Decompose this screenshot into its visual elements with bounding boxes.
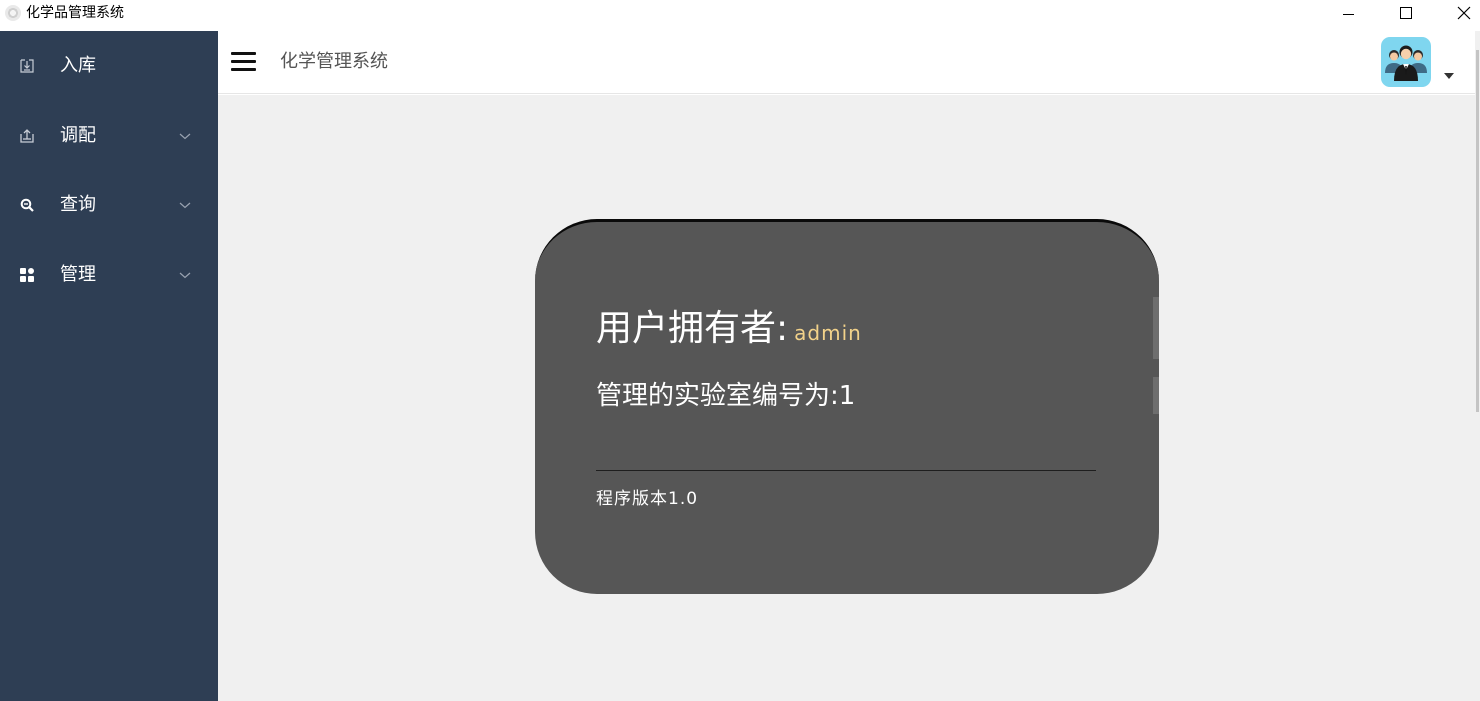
- owner-value: admin: [794, 321, 862, 345]
- version-text: 程序版本1.0: [596, 489, 699, 509]
- sidebar-item-label: 查询: [60, 194, 96, 215]
- chevron-down-icon: [179, 272, 191, 279]
- users-avatar-icon[interactable]: [1381, 37, 1431, 87]
- export-icon: [19, 128, 35, 144]
- top-header: 化学管理系统: [218, 31, 1480, 94]
- divider: [596, 470, 1096, 471]
- caret-down-icon[interactable]: [1444, 73, 1454, 79]
- maximize-icon: [1400, 7, 1412, 19]
- import-icon: [19, 58, 35, 74]
- owner-line: 用户拥有者: admin: [596, 309, 862, 349]
- sidebar-item-query[interactable]: 查询: [0, 176, 218, 234]
- lab-number-text: 管理的实验室编号为:1: [596, 381, 856, 411]
- maximize-button[interactable]: [1383, 0, 1429, 26]
- owner-label: 用户拥有者:: [596, 308, 789, 349]
- window-titlebar: 化学品管理系统: [0, 0, 1480, 31]
- minimize-icon: [1342, 13, 1354, 15]
- search-icon: [19, 197, 35, 213]
- sidebar-item-label: 管理: [60, 264, 96, 285]
- sidebar-item-manage[interactable]: 管理: [0, 246, 218, 304]
- sidebar: 入库 调配 查询 管理: [0, 31, 218, 701]
- grid-icon: [19, 267, 35, 283]
- scrollbar-thumb[interactable]: [1476, 50, 1479, 412]
- app-disc-icon: [5, 5, 21, 21]
- chevron-down-icon: [179, 133, 191, 140]
- card-edge-tab: [1153, 377, 1159, 414]
- page-title: 化学管理系统: [280, 51, 388, 72]
- card-edge-tab: [1153, 297, 1159, 359]
- window-title: 化学品管理系统: [26, 5, 124, 21]
- sidebar-item-label: 入库: [60, 55, 96, 76]
- info-card: 用户拥有者: admin 管理的实验室编号为:1 程序版本1.0: [535, 219, 1159, 594]
- close-icon: [1457, 6, 1471, 20]
- minimize-button[interactable]: [1325, 0, 1371, 26]
- close-button[interactable]: [1441, 0, 1480, 26]
- sidebar-item-allocate[interactable]: 调配: [0, 107, 218, 165]
- sidebar-item-label: 调配: [60, 125, 96, 146]
- sidebar-item-inbound[interactable]: 入库: [0, 37, 218, 95]
- hamburger-icon[interactable]: [231, 52, 256, 72]
- chevron-down-icon: [179, 202, 191, 209]
